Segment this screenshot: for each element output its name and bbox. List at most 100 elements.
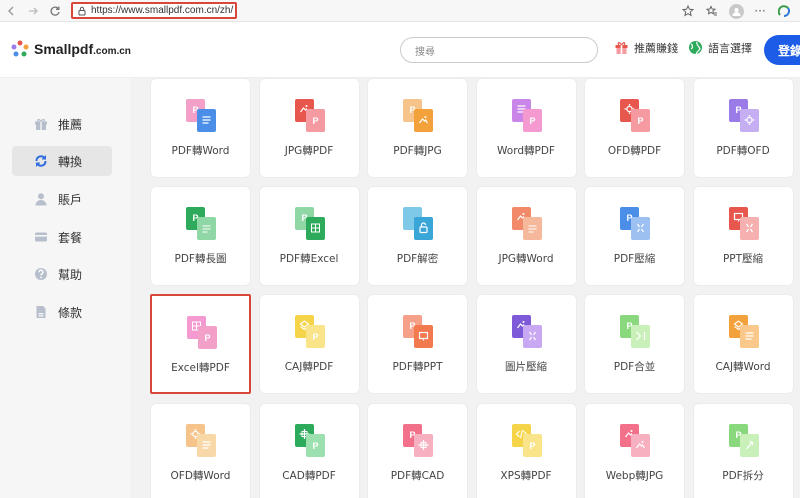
tool-card[interactable]: P PDF轉PPT: [367, 294, 468, 394]
convert-arrows-icon: [34, 154, 48, 168]
tool-icon: P: [293, 205, 329, 241]
tool-card[interactable]: P XPS轉PDF: [475, 403, 577, 498]
reload-icon[interactable]: [44, 0, 66, 22]
sidebar-item-convert[interactable]: 轉換: [12, 146, 112, 176]
tool-card[interactable]: PDF解密: [367, 186, 468, 286]
tool-label: PDF轉OFD: [716, 145, 770, 157]
sidebar-item-plans[interactable]: 套餐: [12, 222, 112, 252]
tool-icon: P: [185, 314, 221, 350]
tool-label: PDF轉PPT: [392, 361, 443, 373]
tool-card[interactable]: P PDF轉OFD: [692, 78, 794, 178]
globe-icon: [688, 40, 704, 56]
tool-icon: P: [184, 205, 220, 241]
site-header: Smallpdf.com.cn 搜尋 推薦賺錢 語言選擇 登錄: [0, 22, 800, 78]
smallpdf-logo[interactable]: Smallpdf.com.cn: [11, 40, 131, 58]
forward-arrow-icon[interactable]: [22, 0, 44, 22]
tool-icon: P: [727, 422, 763, 458]
referral-link[interactable]: 推薦賺錢: [614, 40, 678, 56]
profile-avatar[interactable]: [726, 1, 746, 21]
star-icon[interactable]: [678, 1, 698, 21]
tool-label: CAD轉PDF: [282, 470, 336, 482]
more-menu-icon[interactable]: ···: [750, 1, 770, 21]
tool-card[interactable]: P CAJ轉PDF: [258, 294, 360, 394]
tool-label: PDF轉JPG: [393, 145, 442, 157]
logo-mark-icon: [11, 40, 29, 58]
tool-icon: [727, 313, 763, 349]
tool-card[interactable]: PPT壓縮: [692, 186, 794, 286]
sidebar-item-terms[interactable]: 條款: [12, 297, 112, 327]
tool-card[interactable]: P PDF轉CAD: [367, 403, 468, 498]
tool-label: PDF轉長圖: [174, 253, 227, 265]
tool-card[interactable]: JPG轉Word: [475, 186, 577, 286]
svg-text:P: P: [312, 332, 318, 342]
tool-label: CAJ轉Word: [715, 361, 771, 373]
gift-icon: [34, 117, 48, 131]
tool-card[interactable]: P PDF轉Excel: [258, 186, 360, 286]
logo-domain: .com.cn: [93, 46, 131, 57]
tool-card[interactable]: CAJ轉Word: [692, 294, 794, 394]
tool-card[interactable]: P PDF轉JPG: [367, 78, 468, 178]
tool-card[interactable]: P OFD轉PDF: [584, 78, 685, 178]
lock-icon: [77, 6, 87, 16]
tool-card[interactable]: P PDF轉Word: [150, 78, 251, 178]
gift-icon: [614, 40, 630, 56]
tool-icon: P: [510, 97, 546, 133]
sidebar: 推薦 轉換 賬戶 套餐 幫助 條款: [0, 78, 130, 498]
tool-card[interactable]: OFD轉Word: [150, 403, 251, 498]
tool-icon: P: [293, 97, 329, 133]
tool-label: Excel轉PDF: [171, 362, 230, 374]
search-input[interactable]: 搜尋: [400, 37, 598, 63]
tool-label: PDF解密: [396, 253, 439, 265]
tool-label: OFD轉Word: [170, 470, 231, 482]
tool-card[interactable]: P PDF壓縮: [584, 186, 685, 286]
sidebar-item-recommend[interactable]: 推薦: [12, 109, 112, 139]
language-selector[interactable]: 語言選擇: [688, 40, 752, 56]
tool-icon: [184, 422, 220, 458]
tool-card[interactable]: 圖片壓縮: [475, 294, 577, 394]
svg-text:P: P: [637, 116, 643, 126]
tool-icon: P: [618, 313, 654, 349]
tool-card[interactable]: P JPG轉PDF: [258, 78, 360, 178]
sidebar-item-label: 條款: [58, 305, 83, 320]
tool-icon: [510, 313, 546, 349]
browser-actions: ···: [678, 0, 800, 22]
tool-label: PPT壓縮: [722, 253, 764, 265]
login-button[interactable]: 登錄: [764, 35, 800, 65]
tool-label: Webp轉JPG: [605, 470, 664, 482]
sidebar-item-label: 套餐: [58, 230, 83, 245]
tool-label: CAJ轉PDF: [284, 361, 334, 373]
tool-icon: P: [618, 205, 654, 241]
sidebar-item-label: 賬戶: [58, 192, 83, 207]
tool-label: PDF合並: [613, 361, 656, 373]
tool-card[interactable]: P Excel轉PDF: [150, 294, 251, 394]
edge-sidebar-icon[interactable]: [774, 1, 794, 21]
tool-card[interactable]: P PDF合並: [584, 294, 685, 394]
tool-label: PDF轉CAD: [390, 470, 445, 482]
sidebar-item-label: 推薦: [58, 117, 83, 132]
tool-icon: P: [293, 422, 329, 458]
favorites-icon[interactable]: [702, 1, 722, 21]
tool-card[interactable]: P CAD轉PDF: [258, 403, 360, 498]
tool-icon: [618, 422, 654, 458]
tool-card[interactable]: P PDF轉長圖: [150, 186, 251, 286]
tool-icon: P: [401, 97, 437, 133]
svg-text:P: P: [204, 333, 210, 343]
url-text: https://www.smallpdf.com.cn/zh/: [91, 5, 234, 16]
svg-text:P: P: [312, 441, 318, 451]
tool-card[interactable]: P Word轉PDF: [475, 78, 577, 178]
sidebar-item-account[interactable]: 賬戶: [12, 184, 112, 214]
help-icon: [34, 267, 48, 281]
address-bar[interactable]: https://www.smallpdf.com.cn/zh/: [71, 2, 237, 19]
svg-text:P: P: [529, 441, 535, 451]
tool-icon: P: [293, 313, 329, 349]
tool-label: JPG轉PDF: [284, 145, 334, 157]
tool-label: JPG轉Word: [498, 253, 554, 265]
tool-card[interactable]: P PDF拆分: [692, 403, 794, 498]
sidebar-item-help[interactable]: 幫助: [12, 259, 112, 289]
tool-label: OFD轉PDF: [607, 145, 662, 157]
document-icon: [34, 305, 48, 319]
svg-text:P: P: [529, 116, 535, 126]
tool-card[interactable]: Webp轉JPG: [584, 403, 685, 498]
back-arrow-icon[interactable]: [0, 0, 22, 22]
tool-icon: [401, 205, 437, 241]
